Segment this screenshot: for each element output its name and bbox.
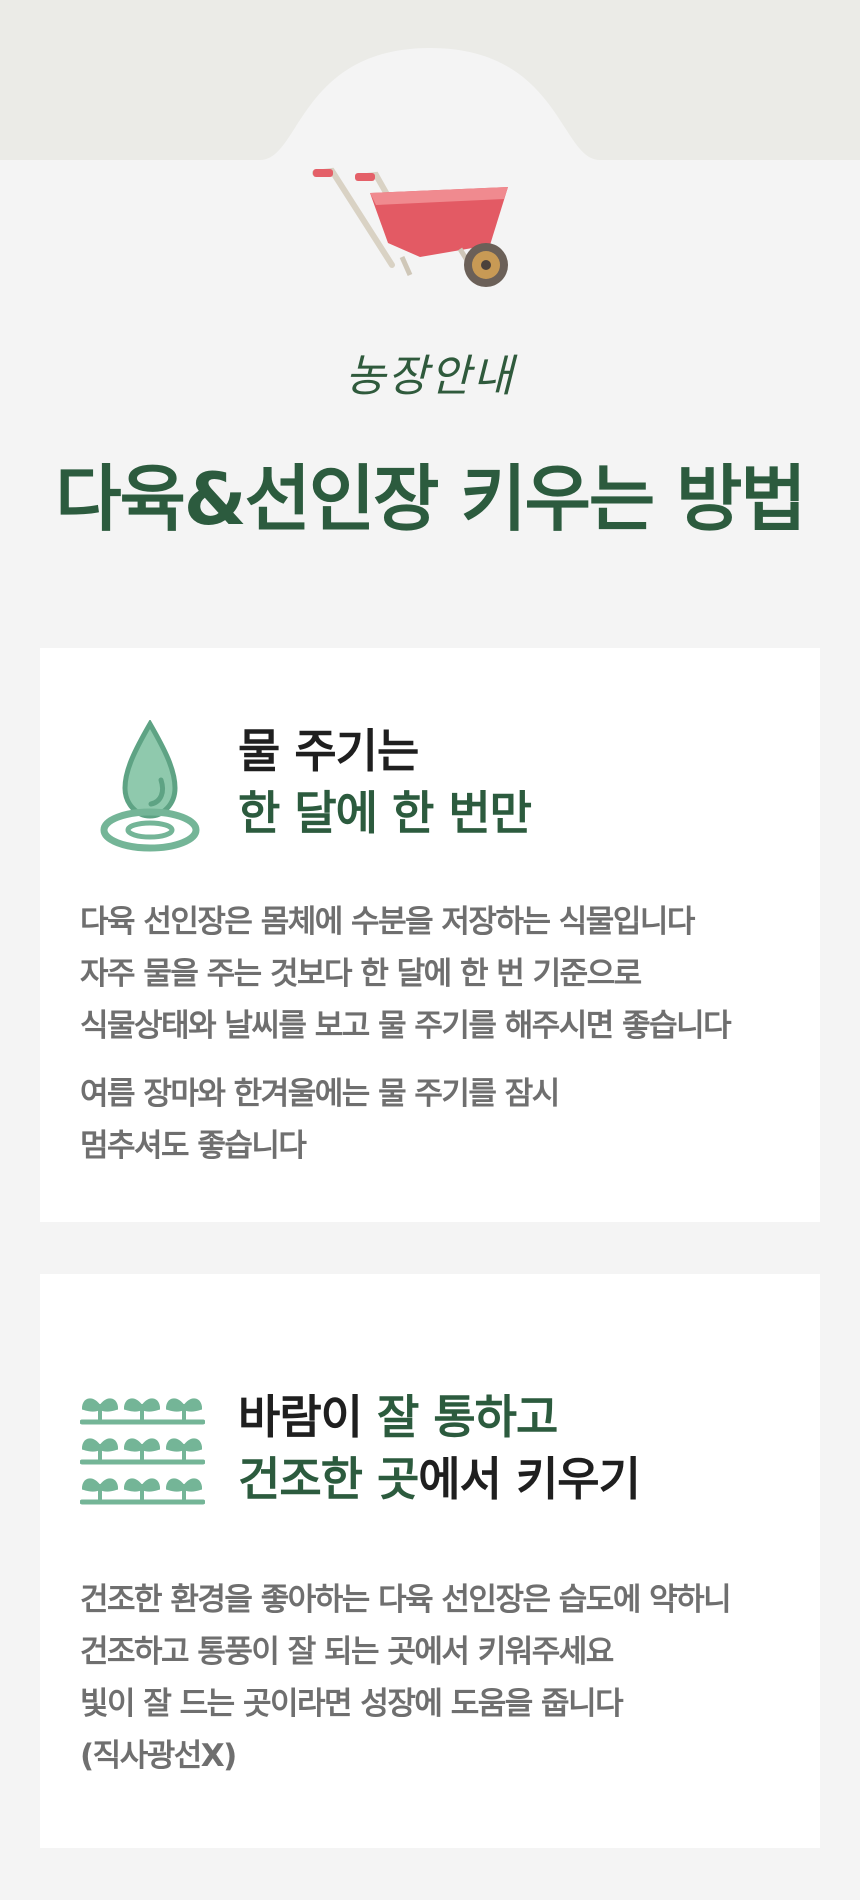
ventilation-description: 건조한 환경을 좋아하는 다육 선인장은 습도에 약하니 건조하고 통풍이 잘 … [80,1574,800,1782]
heading-highlight: 건조한 곳 [238,1452,419,1506]
ventilation-text-line: 건조하고 통풍이 잘 되는 곳에서 키워주세요 [80,1634,614,1670]
page-subtitle: 농장안내 [345,351,515,402]
wheelbarrow-icon [312,167,508,287]
heading-highlight: 잘 통하고 [376,1390,558,1444]
watering-heading-line2: 한 달에 한 번만 [238,786,532,840]
watering-text-line: 여름 장마와 한겨울에는 물 주기를 잠시 [80,1076,560,1112]
header-arch-decoration [0,48,860,170]
ventilation-heading-line2: 건조한 곳에서 키우기 [238,1448,641,1510]
heading-text: 에서 키우기 [418,1452,641,1506]
ventilation-card: 바람이 잘 통하고 건조한 곳에서 키우기 건조한 환경을 좋아하는 다육 선인… [40,1274,820,1848]
watering-text-line: 자주 물을 주는 것보다 한 달에 한 번 기준으로 [80,956,642,992]
watering-heading: 물 주기는 한 달에 한 번만 [238,720,532,844]
watering-card: 물 주기는 한 달에 한 번만 다육 선인장은 몸체에 수분을 저장하는 식물입… [40,648,820,1222]
watering-description: 다육 선인장은 몸체에 수분을 저장하는 식물입니다 자주 물을 주는 것보다 … [80,896,800,1172]
watering-heading-line1: 물 주기는 [238,724,419,778]
water-drop-icon [100,720,200,852]
page-title: 다육&선인장 키우는 방법 [55,457,806,541]
ventilation-text-line: (직사광선X) [80,1738,237,1774]
ventilation-heading-line1: 바람이 잘 통하고 [238,1386,640,1448]
watering-text-line: 멈추셔도 좋습니다 [80,1128,307,1164]
ventilation-text-line: 빛이 잘 드는 곳이라면 성장에 도움을 줍니다 [80,1686,624,1722]
watering-text-line: 식물상태와 날씨를 보고 물 주기를 해주시면 좋습니다 [80,1008,732,1044]
watering-text-line: 다육 선인장은 몸체에 수분을 저장하는 식물입니다 [80,904,695,940]
ventilation-heading: 바람이 잘 통하고 건조한 곳에서 키우기 [238,1386,641,1510]
sprouts-icon [80,1398,205,1505]
heading-text: 바람이 [238,1390,377,1444]
ventilation-text-line: 건조한 환경을 좋아하는 다육 선인장은 습도에 약하니 [80,1582,732,1618]
